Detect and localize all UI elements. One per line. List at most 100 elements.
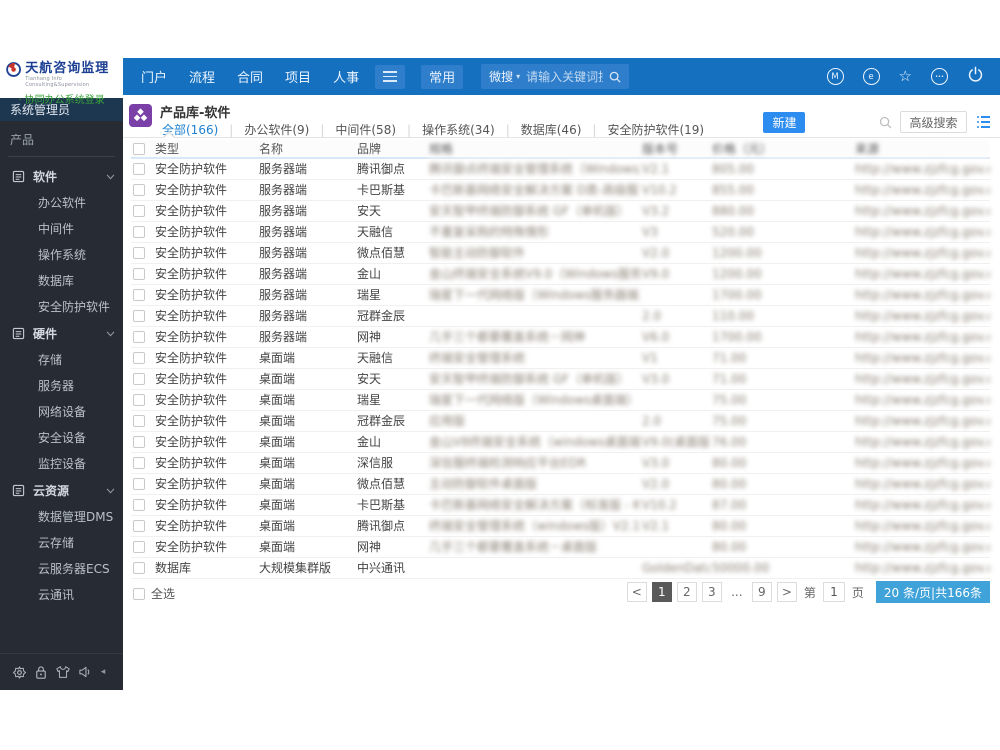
tab-操作系统[interactable]: 操作系统(34) bbox=[420, 121, 497, 138]
page-button->[interactable]: > bbox=[776, 582, 797, 602]
frequent-button[interactable]: 常用 bbox=[421, 64, 464, 89]
table-row[interactable]: 安全防护软件 服务器端 腾讯御点 腾讯御点终端安全管理系统（Windows版） V2.1… bbox=[131, 158, 990, 180]
m-badge-icon[interactable]: M bbox=[826, 68, 844, 85]
row-checkbox[interactable] bbox=[133, 205, 145, 217]
sidebar-group-软件[interactable]: 软件 bbox=[0, 163, 123, 190]
row-checkbox[interactable] bbox=[133, 457, 145, 469]
tab-安全防护软件[interactable]: 安全防护软件(19) bbox=[605, 121, 706, 138]
e-chat-icon[interactable]: e bbox=[862, 68, 880, 85]
power-icon[interactable] bbox=[967, 66, 984, 87]
jump-page-input[interactable] bbox=[822, 582, 845, 602]
sidebar-item-存储[interactable]: 存储 bbox=[0, 347, 123, 373]
table-row[interactable]: 安全防护软件 服务器端 微点佰慧 智能主动防御软件 V2.0 1200.00 http://… bbox=[131, 242, 990, 264]
view-options-icon[interactable] bbox=[976, 115, 990, 129]
global-search[interactable]: 微搜 ▾ 请输入关键词搜索 bbox=[481, 64, 630, 89]
search-input[interactable]: 请输入关键词搜索 bbox=[526, 68, 603, 85]
more-ellipsis-icon[interactable]: ••• bbox=[931, 68, 948, 85]
nav-item-人事[interactable]: 人事 bbox=[333, 67, 359, 86]
table-row[interactable]: 安全防护软件 桌面端 网神 几乎三个都要覆盖系统－桌面版 80.00 http://www… bbox=[131, 536, 990, 558]
row-checkbox[interactable] bbox=[133, 184, 145, 196]
page-size-badge[interactable]: 20 条/页|共166条 bbox=[875, 581, 990, 603]
table-row[interactable]: 安全防护软件 服务器端 网神 几乎三个都要覆盖系统－网神 V6.0 1700.00 http… bbox=[131, 326, 990, 348]
table-row[interactable]: 安全防护软件 服务器端 瑞星 瑞星下一代网络版（Windows服务器端） 1700.00… bbox=[131, 284, 990, 306]
row-checkbox[interactable] bbox=[133, 289, 145, 301]
row-checkbox[interactable] bbox=[133, 247, 145, 259]
row-checkbox[interactable] bbox=[133, 331, 145, 343]
table-row[interactable]: 安全防护软件 桌面端 瑞星 瑞星下一代网络版（Windows桌面端） 75.00 http… bbox=[131, 389, 990, 411]
sidebar-item-云存储[interactable]: 云存储 bbox=[0, 530, 123, 556]
sidebar-item-安全设备[interactable]: 安全设备 bbox=[0, 425, 123, 451]
page-button-<[interactable]: < bbox=[626, 582, 647, 602]
table-row[interactable]: 安全防护软件 桌面端 冠群金辰 应用版 2.0 75.00 http://www.zjzfc… bbox=[131, 410, 990, 432]
table-row[interactable]: 安全防护软件 服务器端 卡巴斯基 卡巴斯基网络安全解决方案 D类-高级服... V10.… bbox=[131, 179, 990, 201]
oa-login-link[interactable]: · 协同办公系统登录 bbox=[6, 91, 117, 106]
sidebar-item-安全防护软件[interactable]: 安全防护软件 bbox=[0, 294, 123, 320]
row-checkbox[interactable] bbox=[133, 541, 145, 553]
search-icon[interactable] bbox=[609, 71, 621, 83]
row-checkbox[interactable] bbox=[133, 415, 145, 427]
select-all-checkbox[interactable] bbox=[133, 587, 145, 600]
volume-icon[interactable] bbox=[78, 665, 93, 679]
table-row[interactable]: 安全防护软件 桌面端 卡巴斯基 卡巴斯基网络安全解决方案（标准版 - KD... V10… bbox=[131, 494, 990, 516]
tab-办公软件[interactable]: 办公软件(9) bbox=[242, 121, 311, 138]
page-button-2[interactable]: 2 bbox=[676, 582, 697, 602]
nav-item-项目[interactable]: 项目 bbox=[285, 67, 311, 86]
apps-menu-button[interactable] bbox=[375, 64, 406, 89]
lock-icon[interactable] bbox=[34, 665, 48, 680]
search-scope-label[interactable]: 微搜 bbox=[489, 68, 513, 85]
sidebar-item-云通讯[interactable]: 云通讯 bbox=[0, 582, 123, 608]
advanced-search-button[interactable]: 高级搜索 bbox=[900, 111, 967, 133]
theme-shirt-icon[interactable] bbox=[55, 665, 71, 679]
row-checkbox[interactable] bbox=[133, 394, 145, 406]
row-checkbox[interactable] bbox=[133, 310, 145, 322]
new-button[interactable]: 新建 bbox=[763, 111, 806, 133]
table-row[interactable]: 安全防护软件 桌面端 安天 安天智甲终端防御系统 GF（单机版） V3.0 71.00 ht… bbox=[131, 368, 990, 390]
row-checkbox[interactable] bbox=[133, 268, 145, 280]
row-checkbox[interactable] bbox=[133, 520, 145, 532]
sidebar-group-硬件[interactable]: 硬件 bbox=[0, 320, 123, 347]
sidebar-item-网络设备[interactable]: 网络设备 bbox=[0, 399, 123, 425]
nav-item-合同[interactable]: 合同 bbox=[237, 67, 263, 86]
table-row[interactable]: 安全防护软件 桌面端 深信服 深信服终端检测响应平台EDR V3.0 80.00 http:… bbox=[131, 452, 990, 474]
collapse-sidebar-icon[interactable]: ◂ bbox=[101, 667, 106, 677]
nav-item-流程[interactable]: 流程 bbox=[189, 67, 215, 86]
sidebar-item-操作系统[interactable]: 操作系统 bbox=[0, 242, 123, 268]
sidebar-item-云服务器ECS[interactable]: 云服务器ECS bbox=[0, 556, 123, 582]
table-search-input[interactable] bbox=[813, 112, 872, 132]
row-checkbox[interactable] bbox=[133, 226, 145, 238]
row-checkbox[interactable] bbox=[133, 373, 145, 385]
sidebar-item-中间件[interactable]: 中间件 bbox=[0, 216, 123, 242]
table-row[interactable]: 安全防护软件 服务器端 安天 安天智甲终端防御系统 GF（单机版） V3.2 880.00… bbox=[131, 200, 990, 222]
header-checkbox[interactable] bbox=[133, 143, 145, 155]
sidebar-item-数据管理DMS[interactable]: 数据管理DMS bbox=[0, 504, 123, 530]
page-button-3[interactable]: 3 bbox=[701, 582, 722, 602]
table-row[interactable]: 安全防护软件 桌面端 腾讯御点 终端安全管理系统（windows版）V2.1 V2.1 8… bbox=[131, 515, 990, 537]
row-checkbox[interactable] bbox=[133, 352, 145, 364]
sidebar-item-监控设备[interactable]: 监控设备 bbox=[0, 451, 123, 477]
table-row[interactable]: 安全防护软件 桌面端 微点佰慧 主动防御软件桌面版 V2.0 80.00 http://ww… bbox=[131, 473, 990, 495]
table-search-icon[interactable] bbox=[879, 116, 893, 129]
page-button-1[interactable]: 1 bbox=[651, 582, 672, 602]
row-checkbox[interactable] bbox=[133, 478, 145, 490]
row-checkbox[interactable] bbox=[133, 499, 145, 511]
sidebar-group-云资源[interactable]: 云资源 bbox=[0, 477, 123, 504]
sidebar-item-办公软件[interactable]: 办公软件 bbox=[0, 190, 123, 216]
favorite-star-icon[interactable]: ☆ bbox=[899, 69, 912, 84]
table-row[interactable]: 安全防护软件 服务器端 天融信 不重复采购的特殊情形 V3 520.00 http://ww… bbox=[131, 221, 990, 243]
sidebar-item-数据库[interactable]: 数据库 bbox=[0, 268, 123, 294]
tab-中间件[interactable]: 中间件(58) bbox=[333, 121, 398, 138]
nav-item-门户[interactable]: 门户 bbox=[141, 67, 167, 86]
table-row[interactable]: 安全防护软件 桌面端 金山 金山V8终端安全系统（windows桌面端） V9.0(桌面… bbox=[131, 431, 990, 453]
tab-数据库[interactable]: 数据库(46) bbox=[519, 121, 584, 138]
settings-gear-icon[interactable] bbox=[12, 665, 27, 680]
table-row[interactable]: 安全防护软件服务器端金山金山终端安全系统V9.0（Windows服务器版）V9.… bbox=[131, 263, 990, 285]
row-checkbox[interactable] bbox=[133, 436, 145, 448]
table-row[interactable]: 安全防护软件 服务器端 冠群金辰 2.0 110.00 http://www.zjzfcg… bbox=[131, 305, 990, 327]
sidebar-item-服务器[interactable]: 服务器 bbox=[0, 373, 123, 399]
select-all-control[interactable]: 全选 bbox=[133, 585, 175, 602]
row-checkbox[interactable] bbox=[133, 163, 145, 176]
row-checkbox[interactable] bbox=[133, 562, 145, 574]
table-row[interactable]: 安全防护软件 桌面端 天融信 终端安全管理系统 V1 71.00 http://www.zj… bbox=[131, 347, 990, 369]
table-row[interactable]: 数据库大规模集群版中兴通讯 GoldenData s...50000.00http… bbox=[131, 557, 990, 579]
page-button-9[interactable]: 9 bbox=[751, 582, 772, 602]
